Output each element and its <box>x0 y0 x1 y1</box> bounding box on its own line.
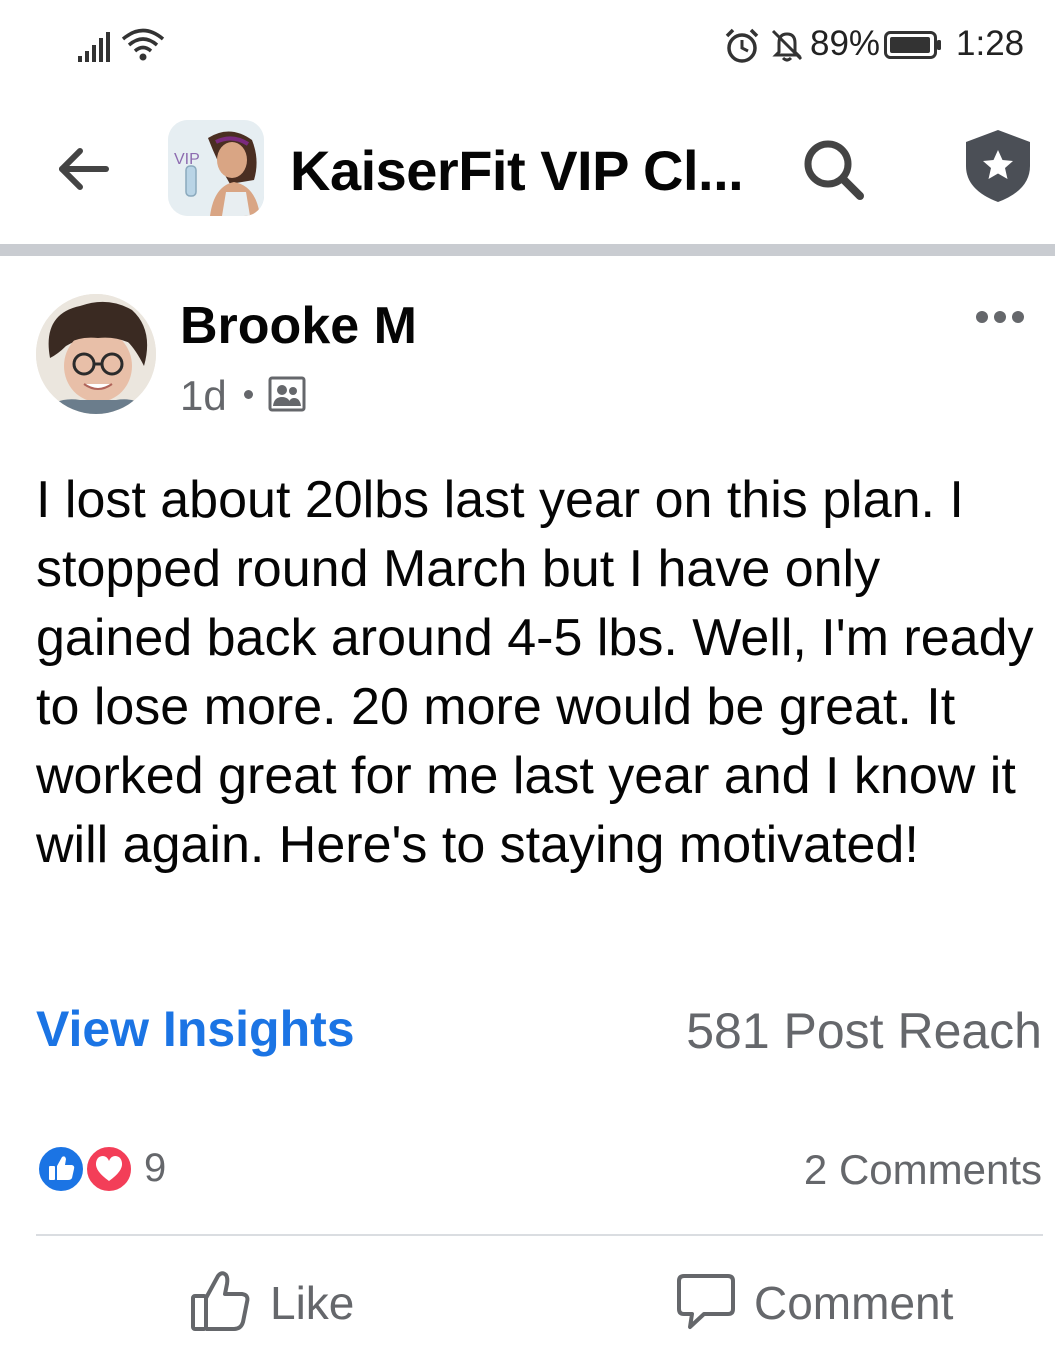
battery-percent: 89% <box>810 24 881 63</box>
author-name[interactable]: Brooke M <box>180 296 417 356</box>
actions-divider <box>36 1234 1043 1236</box>
group-header: VIP KaiserFit VIP Cl... <box>0 92 1055 244</box>
thumbs-up-icon <box>191 1271 250 1331</box>
status-time: 1:28 <box>956 24 1025 63</box>
post-reach-count: 581 Post Reach <box>686 1003 1042 1059</box>
like-button-label: Like <box>270 1277 355 1329</box>
group-members-icon <box>268 376 306 412</box>
comment-button[interactable]: Comment <box>670 1262 1010 1342</box>
header-divider <box>0 244 1055 256</box>
admin-badge-icon[interactable] <box>964 128 1032 204</box>
back-arrow-icon[interactable] <box>56 144 112 194</box>
post-timestamp[interactable]: 1d <box>180 372 227 420</box>
love-icon[interactable] <box>84 1144 134 1194</box>
wifi-icon <box>121 28 165 61</box>
comment-bubble-icon <box>677 1274 735 1329</box>
view-insights-link[interactable]: View Insights <box>36 1000 355 1058</box>
comment-button-label: Comment <box>754 1277 954 1329</box>
notifications-off-icon <box>771 29 803 62</box>
group-avatar[interactable]: VIP <box>168 120 264 216</box>
alarm-icon <box>725 28 759 63</box>
author-avatar[interactable] <box>36 294 156 414</box>
battery-icon <box>884 31 941 59</box>
like-button[interactable]: Like <box>180 1262 420 1342</box>
signal-icon <box>78 32 110 62</box>
group-avatar-image: VIP <box>168 120 264 216</box>
post-body-text: I lost about 20lbs last year on this pla… <box>36 471 1034 874</box>
status-bar: 89% 1:28 <box>0 0 1055 92</box>
reaction-count[interactable]: 9 <box>144 1146 166 1191</box>
comment-count[interactable]: 2 Comments <box>804 1146 1042 1194</box>
meta-separator-dot <box>244 390 253 399</box>
group-title[interactable]: KaiserFit VIP Cl... <box>290 138 760 203</box>
vip-label: VIP <box>174 151 200 168</box>
more-options-icon[interactable] <box>970 302 1030 332</box>
like-icon[interactable] <box>36 1144 86 1194</box>
facebook-group-post-screen: 89% 1:28 VIP KaiserFit VIP Cl... Brooke … <box>0 0 1055 1353</box>
search-icon[interactable] <box>800 136 866 202</box>
author-avatar-image <box>36 294 156 414</box>
